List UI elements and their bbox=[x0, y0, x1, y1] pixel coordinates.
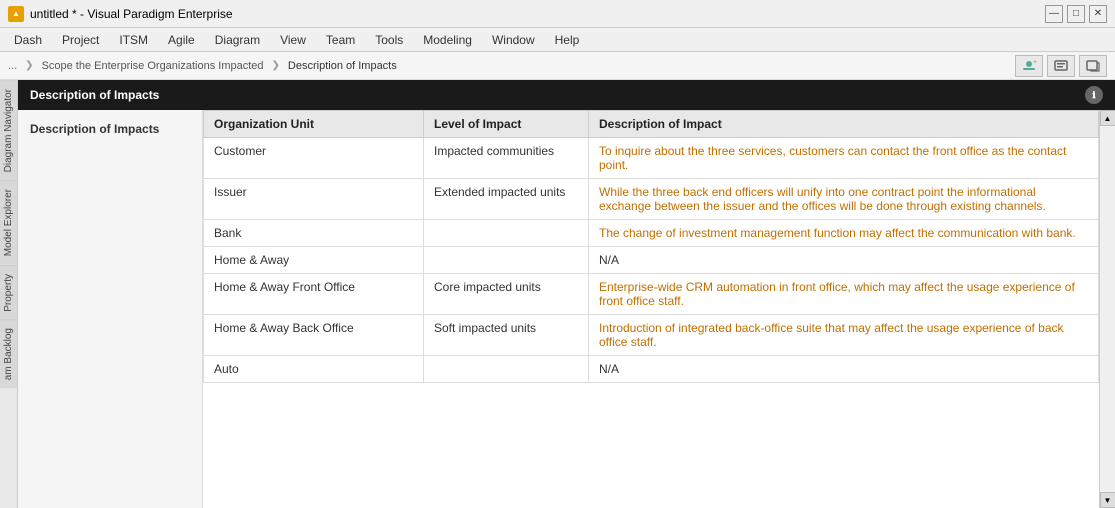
close-button[interactable]: ✕ bbox=[1089, 5, 1107, 23]
cell-desc: Enterprise-wide CRM automation in front … bbox=[589, 274, 1099, 315]
cell-desc: Introduction of integrated back-office s… bbox=[589, 315, 1099, 356]
breadcrumb-actions: + bbox=[1015, 55, 1107, 77]
content-area: Description of Impacts ℹ Description of … bbox=[18, 80, 1115, 508]
panel-header: Description of Impacts ℹ bbox=[18, 80, 1115, 110]
tab-diagram-navigator[interactable]: Diagram Navigator bbox=[0, 80, 17, 180]
breadcrumb-sep-1: ❯ bbox=[25, 60, 33, 71]
menu-item-agile[interactable]: Agile bbox=[158, 28, 205, 51]
cell-org: Customer bbox=[204, 138, 424, 179]
inner-layout: Description of Impacts Organization Unit… bbox=[18, 110, 1115, 508]
maximize-button[interactable]: □ bbox=[1067, 5, 1085, 23]
table-row: Auto N/A bbox=[204, 356, 1099, 383]
menu-item-modeling[interactable]: Modeling bbox=[413, 28, 482, 51]
breadcrumb-sep-2: ❯ bbox=[272, 60, 280, 71]
menu-item-dash[interactable]: Dash bbox=[4, 28, 52, 51]
menu-item-tools[interactable]: Tools bbox=[365, 28, 413, 51]
menu-bar: DashProjectITSMAgileDiagramViewTeamTools… bbox=[0, 28, 1115, 52]
menu-item-itsm[interactable]: ITSM bbox=[109, 28, 158, 51]
breadcrumb-item-1[interactable]: Scope the Enterprise Organizations Impac… bbox=[38, 59, 268, 73]
panel-title: Description of Impacts bbox=[30, 88, 159, 102]
window-controls: — □ ✕ bbox=[1045, 5, 1107, 23]
cell-org: Home & Away bbox=[204, 247, 424, 274]
tab-property[interactable]: Property bbox=[0, 265, 17, 320]
scroll-track bbox=[1100, 126, 1115, 492]
main-layout: Diagram Navigator Model Explorer Propert… bbox=[0, 80, 1115, 508]
action-btn-1[interactable]: + bbox=[1015, 55, 1043, 77]
breadcrumb: ... ❯ Scope the Enterprise Organizations… bbox=[8, 59, 401, 73]
cell-desc: To inquire about the three services, cus… bbox=[589, 138, 1099, 179]
cell-desc: While the three back end officers will u… bbox=[589, 179, 1099, 220]
cell-org: Auto bbox=[204, 356, 424, 383]
table-header-row: Organization Unit Level of Impact Descri… bbox=[204, 111, 1099, 138]
table-row: Home & Away N/A bbox=[204, 247, 1099, 274]
menu-item-diagram[interactable]: Diagram bbox=[205, 28, 270, 51]
cell-desc: The change of investment management func… bbox=[589, 220, 1099, 247]
menu-item-project[interactable]: Project bbox=[52, 28, 109, 51]
impacts-table: Organization Unit Level of Impact Descri… bbox=[203, 110, 1099, 383]
cell-org: Home & Away Front Office bbox=[204, 274, 424, 315]
table-row: Bank The change of investment management … bbox=[204, 220, 1099, 247]
left-label: Description of Impacts bbox=[30, 122, 159, 136]
cell-level: Core impacted units bbox=[424, 274, 589, 315]
cell-org: Issuer bbox=[204, 179, 424, 220]
table-row: Home & Away Back OfficeSoft impacted uni… bbox=[204, 315, 1099, 356]
left-tabs: Diagram Navigator Model Explorer Propert… bbox=[0, 80, 18, 508]
table-row: IssuerExtended impacted unitsWhile the t… bbox=[204, 179, 1099, 220]
cell-level bbox=[424, 220, 589, 247]
table-area[interactable]: Organization Unit Level of Impact Descri… bbox=[203, 110, 1099, 508]
col-header-org: Organization Unit bbox=[204, 111, 424, 138]
table-row: CustomerImpacted communitiesTo inquire a… bbox=[204, 138, 1099, 179]
menu-item-window[interactable]: Window bbox=[482, 28, 545, 51]
cell-level: Soft impacted units bbox=[424, 315, 589, 356]
menu-item-view[interactable]: View bbox=[270, 28, 316, 51]
col-header-level: Level of Impact bbox=[424, 111, 589, 138]
window-title: untitled * - Visual Paradigm Enterprise bbox=[30, 7, 233, 21]
title-bar: ▲ untitled * - Visual Paradigm Enterpris… bbox=[0, 0, 1115, 28]
breadcrumb-item-2[interactable]: Description of Impacts bbox=[284, 59, 401, 73]
app-icon: ▲ bbox=[8, 6, 24, 22]
col-header-desc: Description of Impact bbox=[589, 111, 1099, 138]
cell-desc: N/A bbox=[589, 356, 1099, 383]
action-btn-2[interactable] bbox=[1047, 55, 1075, 77]
minimize-button[interactable]: — bbox=[1045, 5, 1063, 23]
breadcrumb-bar: ... ❯ Scope the Enterprise Organizations… bbox=[0, 52, 1115, 80]
scroll-down-arrow[interactable]: ▼ bbox=[1100, 492, 1115, 508]
cell-org: Home & Away Back Office bbox=[204, 315, 424, 356]
left-label-panel: Description of Impacts bbox=[18, 110, 203, 508]
cell-level bbox=[424, 356, 589, 383]
svg-text:+: + bbox=[1033, 59, 1037, 66]
action-btn-3[interactable] bbox=[1079, 55, 1107, 77]
scroll-up-arrow[interactable]: ▲ bbox=[1100, 110, 1115, 126]
right-scrollbar[interactable]: ▲ ▼ bbox=[1099, 110, 1115, 508]
breadcrumb-dots[interactable]: ... bbox=[8, 60, 17, 72]
tab-model-explorer[interactable]: Model Explorer bbox=[0, 180, 17, 264]
panel-info-icon[interactable]: ℹ bbox=[1085, 86, 1103, 104]
table-row: Home & Away Front OfficeCore impacted un… bbox=[204, 274, 1099, 315]
cell-level: Impacted communities bbox=[424, 138, 589, 179]
cell-org: Bank bbox=[204, 220, 424, 247]
menu-item-team[interactable]: Team bbox=[316, 28, 365, 51]
tab-backlog[interactable]: am Backlog bbox=[0, 319, 17, 388]
menu-item-help[interactable]: Help bbox=[545, 28, 590, 51]
cell-level: Extended impacted units bbox=[424, 179, 589, 220]
cell-level bbox=[424, 247, 589, 274]
cell-desc: N/A bbox=[589, 247, 1099, 274]
